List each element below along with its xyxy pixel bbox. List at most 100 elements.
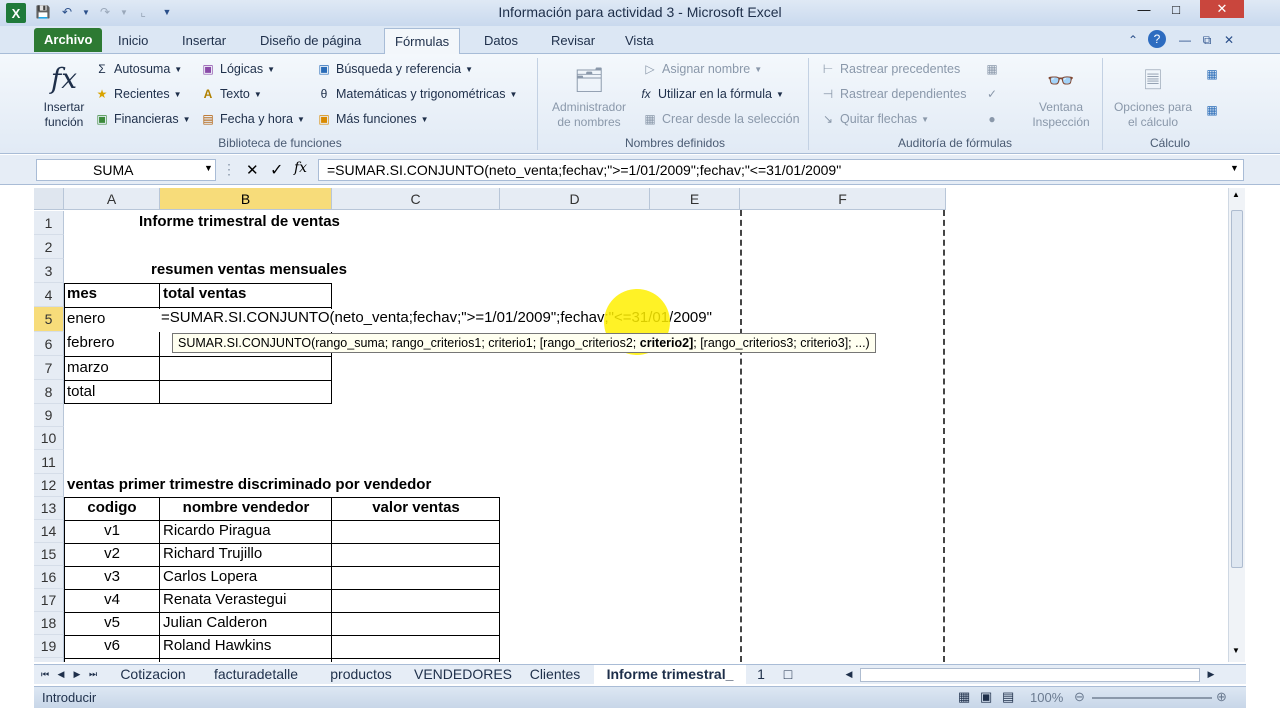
sheet-tab-active[interactable]: Informe trimestral_ bbox=[594, 665, 746, 685]
page-break-view-icon[interactable]: ▤ bbox=[1002, 689, 1014, 705]
next-sheet-icon[interactable]: ▶ bbox=[70, 665, 84, 685]
logicas-button[interactable]: ▣ Lógicas ▼ bbox=[200, 61, 275, 77]
prev-sheet-icon[interactable]: ◀ bbox=[54, 665, 68, 685]
column-header-d[interactable]: D bbox=[500, 188, 650, 210]
header-total-ventas[interactable]: total ventas bbox=[160, 285, 246, 302]
zoom-slider[interactable] bbox=[1092, 697, 1212, 699]
tab-revisar[interactable]: Revisar bbox=[541, 31, 605, 53]
scroll-thumb[interactable] bbox=[1231, 210, 1243, 568]
row-header[interactable]: 1 bbox=[34, 211, 64, 235]
collapse-ribbon-icon[interactable]: ⌃ bbox=[1124, 31, 1142, 49]
row-header[interactable]: 16 bbox=[34, 566, 64, 589]
sheet-tab[interactable]: Clientes bbox=[520, 665, 590, 685]
month-cell[interactable]: marzo bbox=[64, 359, 109, 376]
zoom-level[interactable]: 100% bbox=[1030, 690, 1063, 705]
expand-formula-bar-icon[interactable]: ▼ bbox=[1230, 163, 1239, 173]
financieras-button[interactable]: ▣ Financieras ▼ bbox=[94, 111, 190, 127]
row-header[interactable]: 2 bbox=[34, 235, 64, 259]
report-title[interactable]: Informe trimestral de ventas bbox=[136, 213, 340, 230]
insert-function-button[interactable]: fx Insertar función bbox=[38, 60, 90, 130]
hscroll-left-icon[interactable]: ◀ bbox=[842, 665, 856, 685]
name-box-dropdown-icon[interactable]: ▼ bbox=[204, 163, 213, 173]
row-header[interactable]: 15 bbox=[34, 543, 64, 566]
doc-close-icon[interactable]: ✕ bbox=[1220, 31, 1238, 49]
show-formulas-icon[interactable]: ▦ bbox=[984, 61, 1000, 77]
column-header-f[interactable]: F bbox=[740, 188, 946, 210]
rastrear-precedentes-button[interactable]: ⊢ Rastrear precedentes bbox=[820, 61, 960, 77]
row-header[interactable]: 3 bbox=[34, 259, 64, 283]
crear-seleccion-button[interactable]: ▦ Crear desde la selección bbox=[642, 111, 799, 127]
column-header-c[interactable]: C bbox=[332, 188, 500, 210]
row-header[interactable]: 10 bbox=[34, 427, 64, 450]
row-header[interactable]: 7 bbox=[34, 356, 64, 380]
seller-name[interactable]: Richard Trujillo bbox=[160, 545, 262, 562]
section2-title[interactable]: ventas primer trimestre discriminado por… bbox=[64, 476, 431, 493]
autosuma-button[interactable]: Σ Autosuma ▼ bbox=[94, 61, 182, 77]
seller-name[interactable]: Roland Hawkins bbox=[160, 637, 271, 654]
column-header-e[interactable]: E bbox=[650, 188, 740, 210]
matematicas-button[interactable]: θ Matemáticas y trigonométricas ▼ bbox=[316, 86, 518, 102]
ventana-inspeccion-button[interactable]: 👓 Ventana Inspección bbox=[1024, 62, 1098, 130]
sheet-tab[interactable]: 1 bbox=[750, 665, 772, 685]
help-icon[interactable]: ? bbox=[1148, 30, 1166, 48]
zoom-in-icon[interactable]: ⊕ bbox=[1216, 689, 1227, 705]
vertical-scrollbar[interactable]: ▲ ▼ bbox=[1228, 188, 1245, 662]
tooltip-current-argument[interactable]: criterio2] bbox=[640, 336, 694, 350]
header-valor-ventas[interactable]: valor ventas bbox=[332, 499, 500, 516]
seller-code[interactable]: v3 bbox=[64, 568, 160, 585]
scroll-up-icon[interactable]: ▲ bbox=[1232, 190, 1240, 199]
zoom-out-icon[interactable]: ⊖ bbox=[1074, 689, 1085, 705]
name-box[interactable]: SUMA bbox=[36, 159, 216, 181]
doc-restore-icon[interactable]: ⧉ bbox=[1198, 31, 1216, 49]
first-sheet-icon[interactable]: ⏮ bbox=[38, 665, 52, 685]
header-codigo[interactable]: codigo bbox=[64, 499, 160, 516]
texto-button[interactable]: A Texto ▼ bbox=[200, 86, 262, 102]
tab-inicio[interactable]: Inicio bbox=[108, 31, 158, 53]
row-header[interactable]: 12 bbox=[34, 474, 64, 497]
select-all-corner[interactable] bbox=[34, 188, 64, 210]
seller-code[interactable]: v6 bbox=[64, 637, 160, 654]
error-check-icon[interactable]: ✓ bbox=[984, 86, 1000, 102]
seller-name[interactable]: Ricardo Piragua bbox=[160, 522, 271, 539]
row-header[interactable]: 8 bbox=[34, 380, 64, 404]
sheet-tab[interactable]: productos bbox=[316, 665, 406, 685]
row-header[interactable]: 14 bbox=[34, 520, 64, 543]
administrador-nombres-button[interactable]: 🗂 Administrador de nombres bbox=[545, 62, 633, 130]
month-cell[interactable]: febrero bbox=[64, 334, 115, 351]
formula-input[interactable]: =SUMAR.SI.CONJUNTO(neto_venta;fechav;">=… bbox=[318, 159, 1244, 181]
asignar-nombre-button[interactable]: ▷ Asignar nombre ▼ bbox=[642, 61, 762, 77]
evaluate-formula-icon[interactable]: ● bbox=[984, 111, 1000, 127]
page-layout-view-icon[interactable]: ▣ bbox=[980, 689, 992, 705]
seller-code[interactable]: v2 bbox=[64, 545, 160, 562]
row-header[interactable]: 4 bbox=[34, 283, 64, 307]
row-header[interactable]: 19 bbox=[34, 635, 64, 658]
hscroll-right-icon[interactable]: ▶ bbox=[1204, 665, 1218, 685]
close-icon[interactable]: ✕ bbox=[1200, 0, 1244, 18]
enter-icon[interactable]: ✓ bbox=[270, 160, 283, 180]
tab-insertar[interactable]: Insertar bbox=[172, 31, 236, 53]
recientes-button[interactable]: ★ Recientes ▼ bbox=[94, 86, 182, 102]
rastrear-dependientes-button[interactable]: ⊣ Rastrear dependientes bbox=[820, 86, 967, 102]
insert-function-icon[interactable]: fx bbox=[294, 160, 307, 176]
tab-datos[interactable]: Datos bbox=[474, 31, 528, 53]
scroll-down-icon[interactable]: ▼ bbox=[1232, 646, 1240, 655]
column-header-b[interactable]: B bbox=[160, 188, 332, 210]
row-header[interactable]: 6 bbox=[34, 332, 64, 356]
column-header-a[interactable]: A bbox=[64, 188, 160, 210]
month-cell[interactable]: total bbox=[64, 383, 95, 400]
tab-archivo[interactable]: Archivo bbox=[34, 28, 103, 52]
doc-minimize-icon[interactable]: — bbox=[1176, 31, 1194, 49]
row-header[interactable]: 9 bbox=[34, 404, 64, 427]
cancel-icon[interactable]: ✕ bbox=[246, 161, 259, 179]
maximize-icon[interactable]: □ bbox=[1162, 0, 1190, 18]
insert-sheet-icon[interactable]: □ bbox=[778, 665, 798, 685]
last-sheet-icon[interactable]: ⏭ bbox=[86, 665, 100, 685]
seller-name[interactable]: Renata Verastegui bbox=[160, 591, 286, 608]
tooltip-function-text[interactable]: SUMAR.SI.CONJUNTO(rango_suma; rango_crit… bbox=[178, 336, 640, 350]
fecha-button[interactable]: ▤ Fecha y hora ▼ bbox=[200, 111, 305, 127]
header-nombre-vendedor[interactable]: nombre vendedor bbox=[160, 499, 332, 516]
sheet-tab[interactable]: facturadetalle bbox=[200, 665, 312, 685]
sheet-tab[interactable]: VENDEDORES bbox=[410, 665, 516, 685]
normal-view-icon[interactable]: ▦ bbox=[958, 689, 970, 705]
row-header[interactable]: 11 bbox=[34, 450, 64, 474]
